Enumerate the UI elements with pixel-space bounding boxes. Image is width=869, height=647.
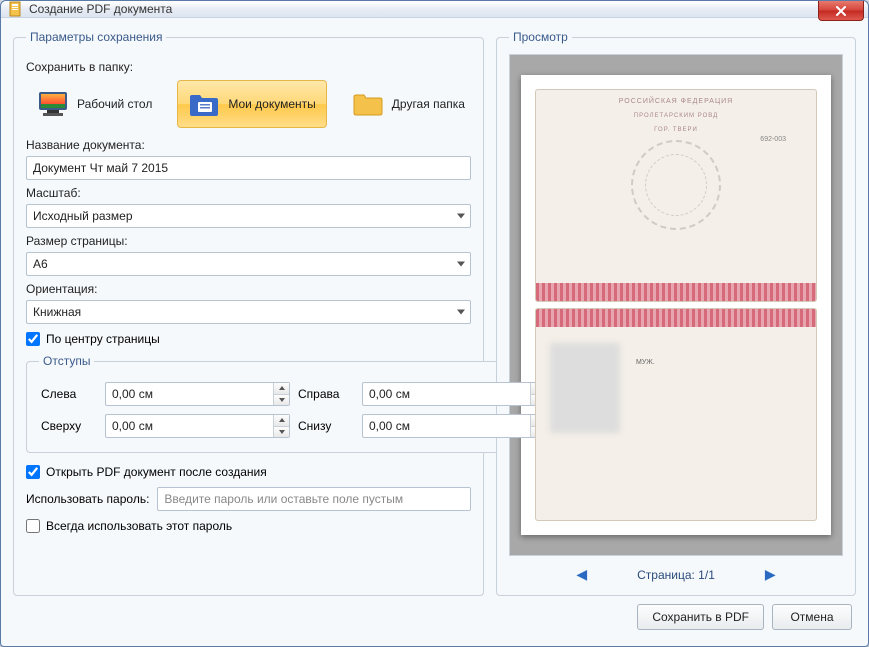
folder-desktop-button[interactable]: Рабочий стол [26, 80, 163, 128]
desktop-icon [37, 88, 69, 120]
page-indicator: Страница: 1/1 [637, 568, 715, 582]
passport-photo [550, 343, 620, 433]
passport-gender: МУЖ. [636, 359, 655, 366]
always-password-label: Всегда использовать этот пароль [46, 519, 232, 533]
margins-legend: Отступы [39, 354, 94, 368]
close-button[interactable] [818, 1, 864, 21]
folder-icon [352, 88, 384, 120]
pager: ◀ Страница: 1/1 ▶ [509, 566, 843, 583]
documents-icon [188, 88, 220, 120]
stamp-icon [631, 140, 721, 230]
spin-down[interactable] [273, 395, 289, 406]
passport-line1: ПРОЛЕТАРСКИМ РОВД [536, 113, 816, 119]
margin-bottom-label: Снизу [298, 419, 354, 433]
doc-name-input[interactable] [26, 156, 471, 180]
cancel-button[interactable]: Отмена [772, 604, 852, 630]
center-checkbox-row[interactable]: По центру страницы [26, 332, 471, 346]
open-after-checkbox[interactable] [26, 465, 40, 479]
dialog-window: Создание PDF документа Параметры сохране… [0, 0, 869, 647]
password-label: Использовать пароль: [26, 492, 149, 506]
pager-next-icon[interactable]: ▶ [765, 566, 776, 583]
save-pdf-button[interactable]: Сохранить в PDF [637, 604, 764, 630]
spin-up[interactable] [273, 415, 289, 427]
margin-top-label: Сверху [41, 419, 97, 433]
orientation-label: Ориентация: [26, 282, 471, 296]
footer-buttons: Сохранить в PDF Отмена [13, 604, 856, 634]
passport-country: РОССИЙСКАЯ ФЕДЕРАЦИЯ [536, 98, 816, 105]
passport-bottom: МУЖ. [535, 308, 817, 521]
margin-left-label: Слева [41, 387, 97, 401]
spin-down[interactable] [273, 427, 289, 438]
passport-top: РОССИЙСКАЯ ФЕДЕРАЦИЯ ПРОЛЕТАРСКИМ РОВД Г… [535, 89, 817, 302]
open-after-row[interactable]: Открыть PDF документ после создания [26, 465, 471, 479]
orientation-select[interactable] [26, 300, 471, 324]
margin-right-input[interactable] [362, 382, 547, 406]
margin-right-label: Справа [298, 387, 354, 401]
decorative-band [536, 283, 816, 301]
save-parameters-legend: Параметры сохранения [26, 30, 166, 44]
center-checkbox[interactable] [26, 332, 40, 346]
margins-fieldset: Отступы Слева Справа Сверху Снизу [26, 354, 562, 453]
page-size-select[interactable] [26, 252, 471, 276]
save-folder-label: Сохранить в папку: [26, 60, 471, 74]
password-input[interactable] [157, 487, 471, 511]
margin-bottom-input[interactable] [362, 414, 547, 438]
scale-select[interactable] [26, 204, 471, 228]
scale-label: Масштаб: [26, 186, 471, 200]
folder-desktop-label: Рабочий стол [77, 97, 152, 111]
folder-other-button[interactable]: Другая папка [341, 80, 476, 128]
margin-left-input[interactable] [105, 382, 290, 406]
folder-documents-label: Мои документы [228, 97, 315, 111]
passport-code: 692-003 [760, 136, 786, 143]
always-password-row[interactable]: Всегда использовать этот пароль [26, 519, 471, 533]
preview-area: РОССИЙСКАЯ ФЕДЕРАЦИЯ ПРОЛЕТАРСКИМ РОВД Г… [509, 54, 843, 556]
pager-prev-icon[interactable]: ◀ [576, 566, 587, 583]
page-size-label: Размер страницы: [26, 234, 471, 248]
save-parameters-fieldset: Параметры сохранения Сохранить в папку: … [13, 30, 484, 596]
preview-fieldset: Просмотр РОССИЙСКАЯ ФЕДЕРАЦИЯ ПРОЛЕТАРСК… [496, 30, 856, 596]
passport-line2: ГОР. ТВЕРИ [536, 127, 816, 133]
preview-page: РОССИЙСКАЯ ФЕДЕРАЦИЯ ПРОЛЕТАРСКИМ РОВД Г… [521, 75, 831, 535]
window-title: Создание PDF документа [29, 2, 172, 16]
preview-legend: Просмотр [509, 30, 572, 44]
content-area: Параметры сохранения Сохранить в папку: … [1, 18, 868, 646]
titlebar: Создание PDF документа [1, 1, 868, 18]
doc-name-label: Название документа: [26, 138, 471, 152]
spin-up[interactable] [273, 383, 289, 395]
app-icon [7, 1, 23, 17]
decorative-band [536, 309, 816, 327]
always-password-checkbox[interactable] [26, 519, 40, 533]
folder-documents-button[interactable]: Мои документы [177, 80, 326, 128]
margin-top-input[interactable] [105, 414, 290, 438]
open-after-label: Открыть PDF документ после создания [46, 465, 267, 479]
folder-other-label: Другая папка [392, 97, 465, 111]
center-label: По центру страницы [46, 332, 160, 346]
